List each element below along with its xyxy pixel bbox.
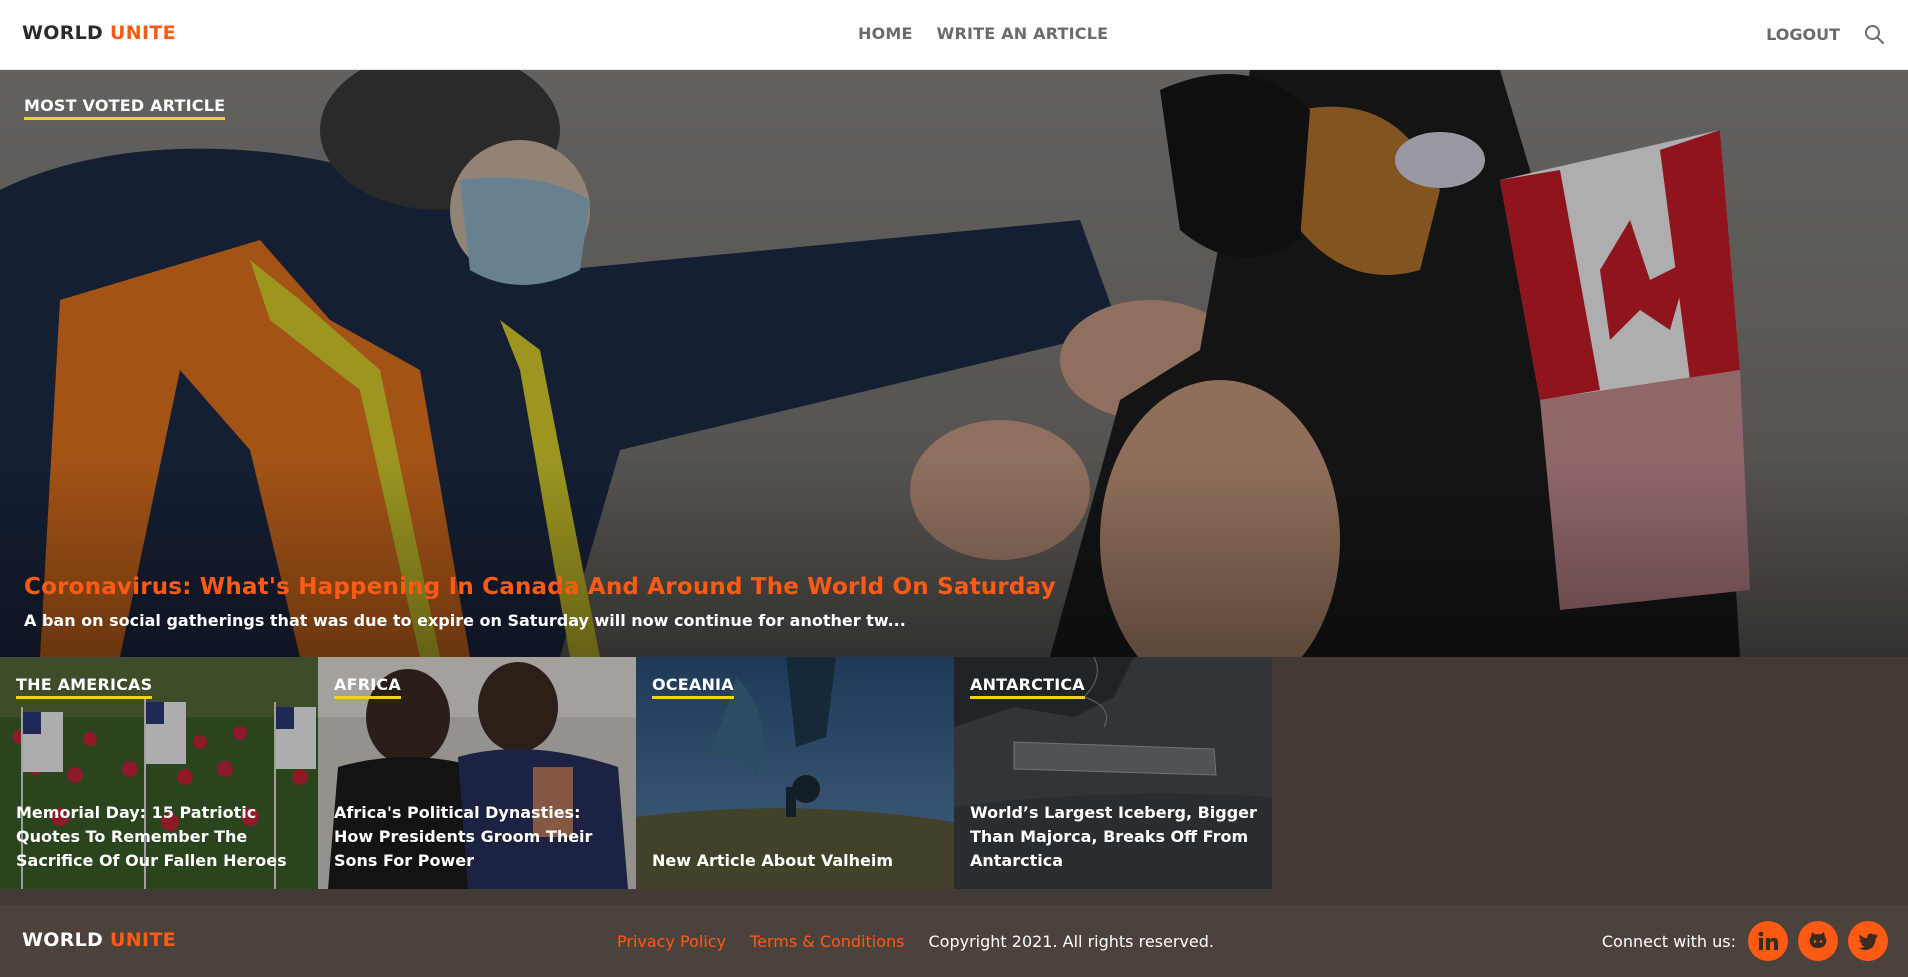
github-icon[interactable] bbox=[1798, 921, 1838, 961]
card-category-label[interactable]: ANTARCTICA bbox=[970, 675, 1085, 699]
top-navbar: WORLD UNITE HOME WRITE AN ARTICLE LOGOUT bbox=[0, 0, 1908, 70]
card-article-title[interactable]: Africa's Political Dynasties: How Presid… bbox=[334, 801, 624, 873]
region-articles: THE AMERICAS Memorial Day: 15 Patriotic … bbox=[0, 657, 1908, 905]
hero-section-label: MOST VOTED ARTICLE bbox=[24, 96, 226, 120]
site-footer: WORLD UNITE Privacy Policy Terms & Condi… bbox=[0, 905, 1908, 977]
nav-home-link[interactable]: HOME bbox=[858, 24, 913, 43]
search-icon[interactable] bbox=[1862, 22, 1886, 46]
region-card-antarctica[interactable]: ANTARCTICA World’s Largest Iceberg, Bigg… bbox=[954, 657, 1272, 889]
logout-link[interactable]: LOGOUT bbox=[1766, 25, 1840, 44]
terms-link[interactable]: Terms & Conditions bbox=[750, 932, 904, 951]
linkedin-icon[interactable] bbox=[1748, 921, 1788, 961]
copyright-text: Copyright 2021. All rights reserved. bbox=[928, 932, 1214, 951]
hero-article-title[interactable]: Coronavirus: What's Happening In Canada … bbox=[24, 574, 1056, 600]
brand-word-unite: UNITE bbox=[110, 929, 176, 951]
header-actions: LOGOUT bbox=[1766, 22, 1886, 46]
brand-word-world: WORLD bbox=[22, 22, 104, 44]
main-nav: HOME WRITE AN ARTICLE bbox=[858, 24, 1108, 43]
card-category-label[interactable]: AFRICA bbox=[334, 675, 401, 699]
region-card-africa[interactable]: AFRICA Africa's Political Dynasties: How… bbox=[318, 657, 636, 889]
social-connect: Connect with us: bbox=[1602, 921, 1888, 961]
hero-article-excerpt: A ban on social gatherings that was due … bbox=[24, 611, 906, 630]
footer-links: Privacy Policy Terms & Conditions Copyri… bbox=[617, 932, 1214, 951]
brand-logo[interactable]: WORLD UNITE bbox=[22, 22, 176, 44]
region-card-americas[interactable]: THE AMERICAS Memorial Day: 15 Patriotic … bbox=[0, 657, 318, 889]
card-article-title[interactable]: Memorial Day: 15 Patriotic Quotes To Rem… bbox=[16, 801, 306, 873]
card-article-title[interactable]: New Article About Valheim bbox=[652, 849, 942, 873]
card-category-label[interactable]: THE AMERICAS bbox=[16, 675, 153, 699]
privacy-policy-link[interactable]: Privacy Policy bbox=[617, 932, 726, 951]
brand-word-world: WORLD bbox=[22, 929, 104, 951]
featured-article-hero[interactable]: MOST VOTED ARTICLE Coronavirus: What's H… bbox=[0, 70, 1908, 657]
region-card-oceania[interactable]: OCEANIA New Article About Valheim bbox=[636, 657, 954, 889]
footer-brand-logo[interactable]: WORLD UNITE bbox=[22, 929, 176, 951]
nav-write-article-link[interactable]: WRITE AN ARTICLE bbox=[937, 24, 1109, 43]
twitter-icon[interactable] bbox=[1848, 921, 1888, 961]
card-category-label[interactable]: OCEANIA bbox=[652, 675, 734, 699]
brand-word-unite: UNITE bbox=[110, 22, 176, 44]
connect-label: Connect with us: bbox=[1601, 931, 1736, 951]
card-article-title[interactable]: World’s Largest Iceberg, Bigger Than Maj… bbox=[970, 801, 1260, 873]
